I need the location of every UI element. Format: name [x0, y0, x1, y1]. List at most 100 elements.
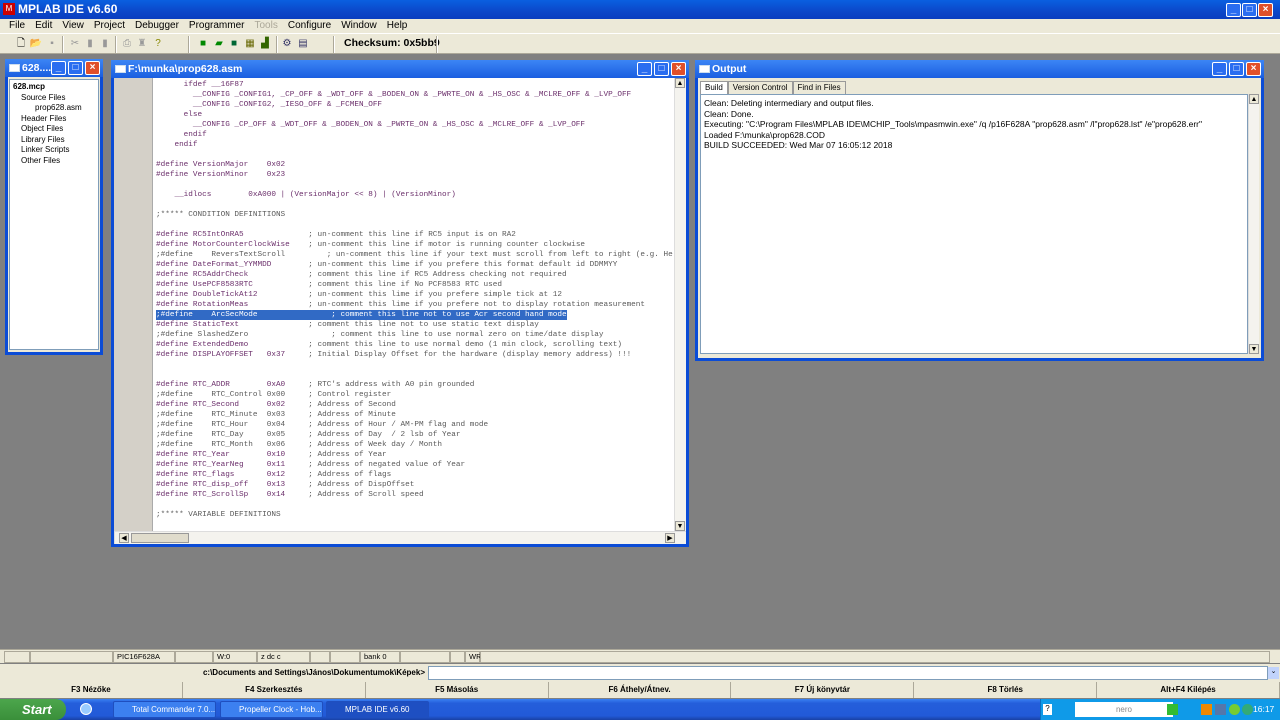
settings-icon[interactable]: ⚙: [280, 37, 294, 51]
chevron-down-icon[interactable]: ⌄: [1268, 667, 1279, 679]
command-line-input[interactable]: [428, 666, 1268, 680]
menu-tools[interactable]: Tools: [249, 19, 282, 33]
menu-file[interactable]: File: [4, 19, 30, 33]
mplab-logo-icon: M: [3, 3, 15, 15]
scroll-up-arrow-icon[interactable]: ▲: [1249, 94, 1259, 104]
menu-window[interactable]: Window: [336, 19, 382, 33]
code-line: #define DoubleTickAt12 ; un-comment this…: [156, 290, 674, 300]
find-icon[interactable]: ♜: [135, 37, 149, 51]
menu-help[interactable]: Help: [382, 19, 413, 33]
code-line: #define RTC_YearNeg 0x11 ; Address of ne…: [156, 460, 674, 470]
comment-segment: ;#define SlashedZero ; comment this line…: [156, 331, 604, 339]
scroll-left-arrow-icon[interactable]: ◀: [119, 533, 129, 543]
fkey-button[interactable]: Alt+F4 Kilépés: [1097, 682, 1280, 698]
scroll-down-arrow-icon[interactable]: ▼: [675, 521, 685, 531]
output-maximize-button[interactable]: □: [1229, 62, 1244, 76]
project-window: 628.... _ □ × 628.mcp Source Files prop628.a…: [5, 59, 103, 355]
project-minimize-button[interactable]: _: [51, 61, 66, 75]
tree-item[interactable]: 628.mcp: [13, 82, 95, 93]
editor-vertical-scrollbar[interactable]: ▲ ▼: [674, 78, 686, 531]
make-icon[interactable]: ▟: [258, 37, 272, 51]
code-line: __CONFIG _CP_OFF & _WDT_OFF & _BODEN_ON …: [156, 120, 674, 130]
output-close-button[interactable]: ×: [1246, 62, 1261, 76]
project-maximize-button[interactable]: □: [68, 61, 83, 75]
menu-view[interactable]: View: [57, 19, 89, 33]
tree-item[interactable]: prop628.asm: [13, 103, 95, 114]
editor-minimize-button[interactable]: _: [637, 62, 652, 76]
go-arrow-icon[interactable]: [1167, 704, 1178, 715]
menu-edit[interactable]: Edit: [30, 19, 57, 33]
code-segment: #define RotationMeas: [156, 301, 309, 309]
code-editor[interactable]: ifdef __16F87 __CONFIG _CONFIG1, _CP_OFF…: [114, 78, 674, 531]
tree-item[interactable]: Object Files: [13, 124, 95, 135]
menu-programmer[interactable]: Programmer: [184, 19, 250, 33]
code-text[interactable]: ifdef __16F87 __CONFIG _CONFIG1, _CP_OFF…: [156, 80, 674, 520]
tree-item[interactable]: Library Files: [13, 135, 95, 146]
maximize-button[interactable]: □: [1242, 3, 1257, 17]
tab-version-control[interactable]: Version Control: [727, 81, 793, 94]
scroll-right-arrow-icon[interactable]: ▶: [665, 533, 675, 543]
taskbar-button[interactable]: Propeller Clock - Hob...: [220, 701, 323, 718]
fkey-button[interactable]: F5 Másolás: [366, 682, 549, 698]
status-field: [30, 651, 113, 663]
save-project-icon[interactable]: ■: [227, 37, 241, 51]
tray-app-icon[interactable]: [1201, 704, 1212, 715]
tree-item[interactable]: Other Files: [13, 156, 95, 167]
scroll-down-arrow-icon[interactable]: ▼: [1249, 344, 1259, 354]
menu-debugger[interactable]: Debugger: [130, 19, 184, 33]
help-tray-icon[interactable]: ?: [1043, 704, 1052, 715]
network-icon[interactable]: [1215, 704, 1226, 715]
tab-build[interactable]: Build: [700, 81, 728, 94]
memory-icon[interactable]: ▤: [296, 37, 310, 51]
output-line: BUILD SUCCEEDED: Wed Mar 07 16:05:12 201…: [704, 140, 893, 150]
code-line: #define DISPLAYOFFSET 0x37 ; Initial Dis…: [156, 350, 674, 360]
new-file-icon[interactable]: 🗋: [14, 37, 28, 51]
open-icon[interactable]: 📂: [29, 37, 43, 51]
fkey-button[interactable]: F4 Szerkesztés: [183, 682, 366, 698]
selected-line[interactable]: ;#define ArcSecMode ; comment this line …: [156, 310, 567, 320]
close-button[interactable]: ×: [1258, 3, 1273, 17]
tree-item[interactable]: Header Files: [13, 114, 95, 125]
tree-item[interactable]: Linker Scripts: [13, 145, 95, 156]
quick-launch-ie-icon[interactable]: [80, 703, 92, 715]
fkey-button[interactable]: F3 Nézőke: [0, 682, 183, 698]
fkey-button[interactable]: F8 Törlés: [914, 682, 1098, 698]
horizontal-scroll-thumb[interactable]: [131, 533, 189, 543]
cut-icon[interactable]: ✂: [68, 37, 82, 51]
tree-item[interactable]: Source Files: [13, 93, 95, 104]
tab-find-in-files[interactable]: Find in Files: [792, 81, 846, 94]
editor-close-button[interactable]: ×: [671, 62, 686, 76]
comment-segment: ; Address of Second: [308, 401, 396, 409]
taskbar-button[interactable]: Total Commander 7.0...: [113, 701, 216, 718]
print-icon[interactable]: ⎙: [120, 37, 134, 51]
app-titlebar: MPLAB IDE v6.60: [0, 0, 1280, 19]
taskbar-button[interactable]: MPLAB IDE v6.60: [326, 701, 429, 718]
tray-app-icon[interactable]: [1242, 704, 1253, 715]
output-minimize-button[interactable]: _: [1212, 62, 1227, 76]
code-segment: #define RC5IntOnRA5: [156, 231, 309, 239]
scroll-up-arrow-icon[interactable]: ▲: [675, 78, 685, 88]
help-icon[interactable]: ?: [151, 37, 165, 51]
code-segment: #define StaticText: [156, 321, 309, 329]
paste-icon[interactable]: ▮: [98, 37, 112, 51]
editor-maximize-button[interactable]: □: [654, 62, 669, 76]
start-button[interactable]: Start: [0, 699, 66, 720]
copy-icon[interactable]: ▮: [83, 37, 97, 51]
fkey-button[interactable]: F7 Új könyvtár: [731, 682, 915, 698]
status-field: z dc c: [257, 651, 310, 663]
menu-project[interactable]: Project: [89, 19, 130, 33]
fkey-button[interactable]: F6 Áthely/Átnev.: [549, 682, 732, 698]
new-project-icon[interactable]: ■: [196, 37, 210, 51]
minimize-button[interactable]: _: [1226, 3, 1241, 17]
open-project-icon[interactable]: ▰: [212, 37, 226, 51]
menu-configure[interactable]: Configure: [283, 19, 336, 33]
utorrent-icon[interactable]: [1229, 704, 1240, 715]
editor-horizontal-scrollbar[interactable]: ◀ ▶: [114, 531, 686, 544]
project-close-button[interactable]: ×: [85, 61, 100, 75]
nero-search-box[interactable]: nero: [1075, 702, 1173, 717]
save-icon[interactable]: ▪: [45, 37, 59, 51]
code-line: endif: [156, 130, 674, 140]
build-icon[interactable]: ▦: [243, 37, 257, 51]
output-vertical-scrollbar[interactable]: ▲ ▼: [1248, 94, 1259, 354]
comment-segment: ;***** VARIABLE DEFINITIONS: [156, 511, 281, 519]
